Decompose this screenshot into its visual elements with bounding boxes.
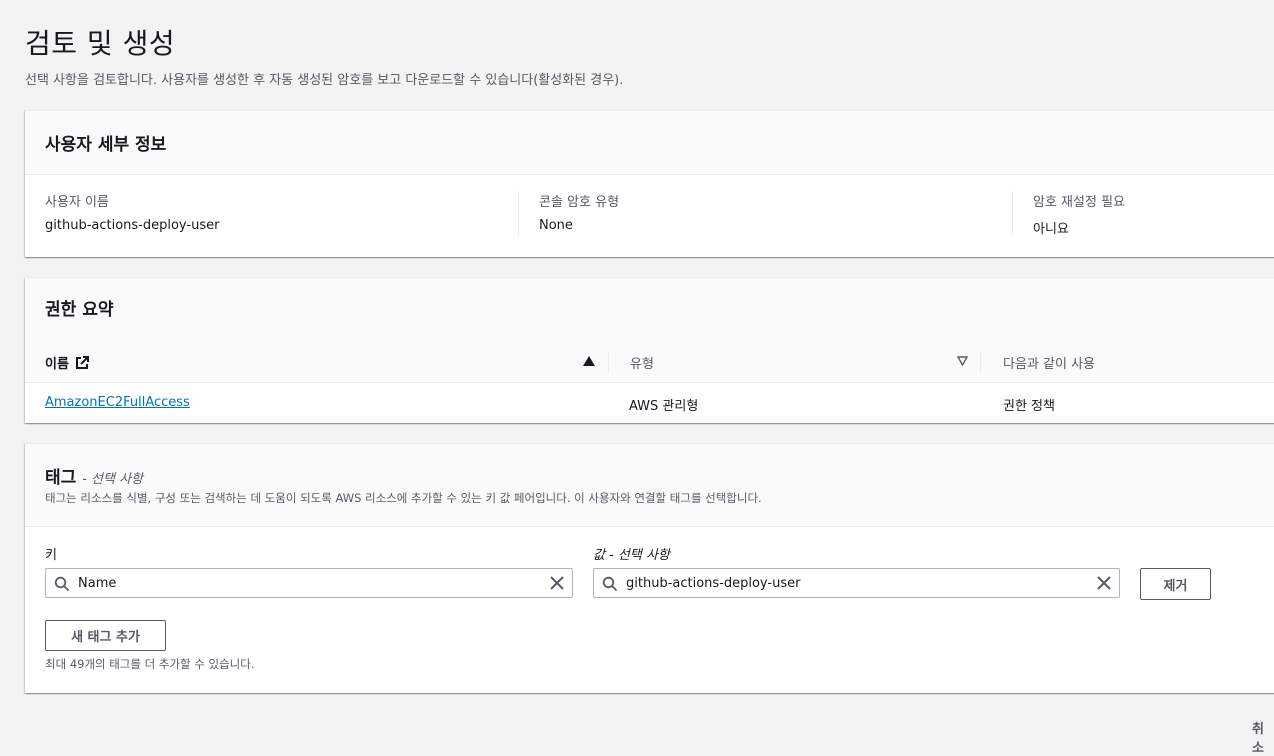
policy-type: AWS 관리형 — [629, 399, 699, 414]
password-reset-label: 암호 재설정 필요 — [1033, 195, 1125, 210]
column-separator — [608, 351, 609, 373]
tags-header: 태그 - 선택 사항 태그는 리소스를 식별, 구성 또는 검색하는 데 도움이… — [25, 444, 1274, 527]
tag-value-label-text: 값 - 선택 사항 — [593, 548, 670, 563]
tags-optional-label: - 선택 사항 — [82, 472, 143, 487]
tag-key-input[interactable]: Name — [45, 568, 573, 598]
tags-title-text: 태그 — [45, 468, 77, 488]
tag-key-value: Name — [78, 576, 117, 591]
tags-description: 태그는 리소스를 식별, 구성 또는 검색하는 데 도움이 되도록 AWS 리소… — [45, 491, 762, 505]
permissions-table-header: 이름 유형 다음과 같이 사용 — [25, 341, 1274, 383]
user-details-title: 사용자 세부 정보 — [45, 135, 167, 155]
tag-value-label: 값 - 선택 사항 — [593, 544, 670, 563]
add-tag-button[interactable]: 새 태그 추가 — [45, 620, 166, 651]
search-icon — [602, 576, 618, 592]
page-description: 선택 사항을 검토합니다. 사용자를 생성한 후 자동 생성된 암호를 보고 다… — [25, 73, 624, 88]
permissions-header: 권한 요약 — [25, 278, 1274, 342]
page-title: 검토 및 생성 — [25, 27, 176, 60]
column-header-name-label: 이름 — [45, 357, 69, 372]
password-reset-value: 아니요 — [1033, 222, 1069, 237]
password-reset-field: 암호 재설정 필요 아니요 — [1033, 191, 1125, 237]
permissions-title: 권한 요약 — [45, 300, 114, 320]
user-name-field: 사용자 이름 github-actions-deploy-user — [45, 191, 219, 237]
sort-ascending-icon[interactable] — [583, 356, 595, 366]
console-password-type-value: None — [539, 218, 573, 233]
column-header-type[interactable]: 유형 — [630, 353, 654, 372]
policy-used-as: 권한 정책 — [1003, 399, 1055, 414]
user-name-label: 사용자 이름 — [45, 195, 109, 210]
policy-link[interactable]: AmazonEC2FullAccess — [45, 395, 190, 410]
tag-key-label: 키 — [45, 548, 57, 563]
tags-hint: 최대 49개의 태그를 더 추가할 수 있습니다. — [45, 657, 255, 671]
column-separator — [980, 351, 981, 373]
tags-title: 태그 - 선택 사항 — [45, 463, 143, 488]
column-divider — [1012, 191, 1013, 237]
tag-value-value: github-actions-deploy-user — [626, 576, 801, 591]
user-details-panel: 사용자 세부 정보 사용자 이름 github-actions-deploy-u… — [25, 110, 1274, 257]
column-divider — [518, 191, 519, 237]
tag-value-input[interactable]: github-actions-deploy-user — [593, 568, 1120, 598]
close-icon[interactable] — [549, 575, 565, 591]
permissions-panel: 권한 요약 이름 유형 다음과 같이 사용 AmazonEC2FullAcces… — [25, 277, 1274, 423]
external-link-icon — [75, 355, 89, 369]
cancel-button[interactable]: 취소 — [1252, 718, 1274, 756]
column-header-name[interactable]: 이름 — [45, 353, 89, 372]
sort-icon[interactable] — [957, 356, 968, 366]
close-icon[interactable] — [1096, 575, 1112, 591]
remove-tag-button[interactable]: 제거 — [1140, 568, 1211, 600]
search-icon — [54, 576, 70, 592]
console-password-type-field: 콘솔 암호 유형 None — [539, 191, 619, 237]
user-name-value: github-actions-deploy-user — [45, 218, 220, 233]
column-header-used-as[interactable]: 다음과 같이 사용 — [1003, 353, 1095, 372]
console-password-type-label: 콘솔 암호 유형 — [539, 195, 620, 210]
user-details-header: 사용자 세부 정보 — [25, 111, 1274, 175]
